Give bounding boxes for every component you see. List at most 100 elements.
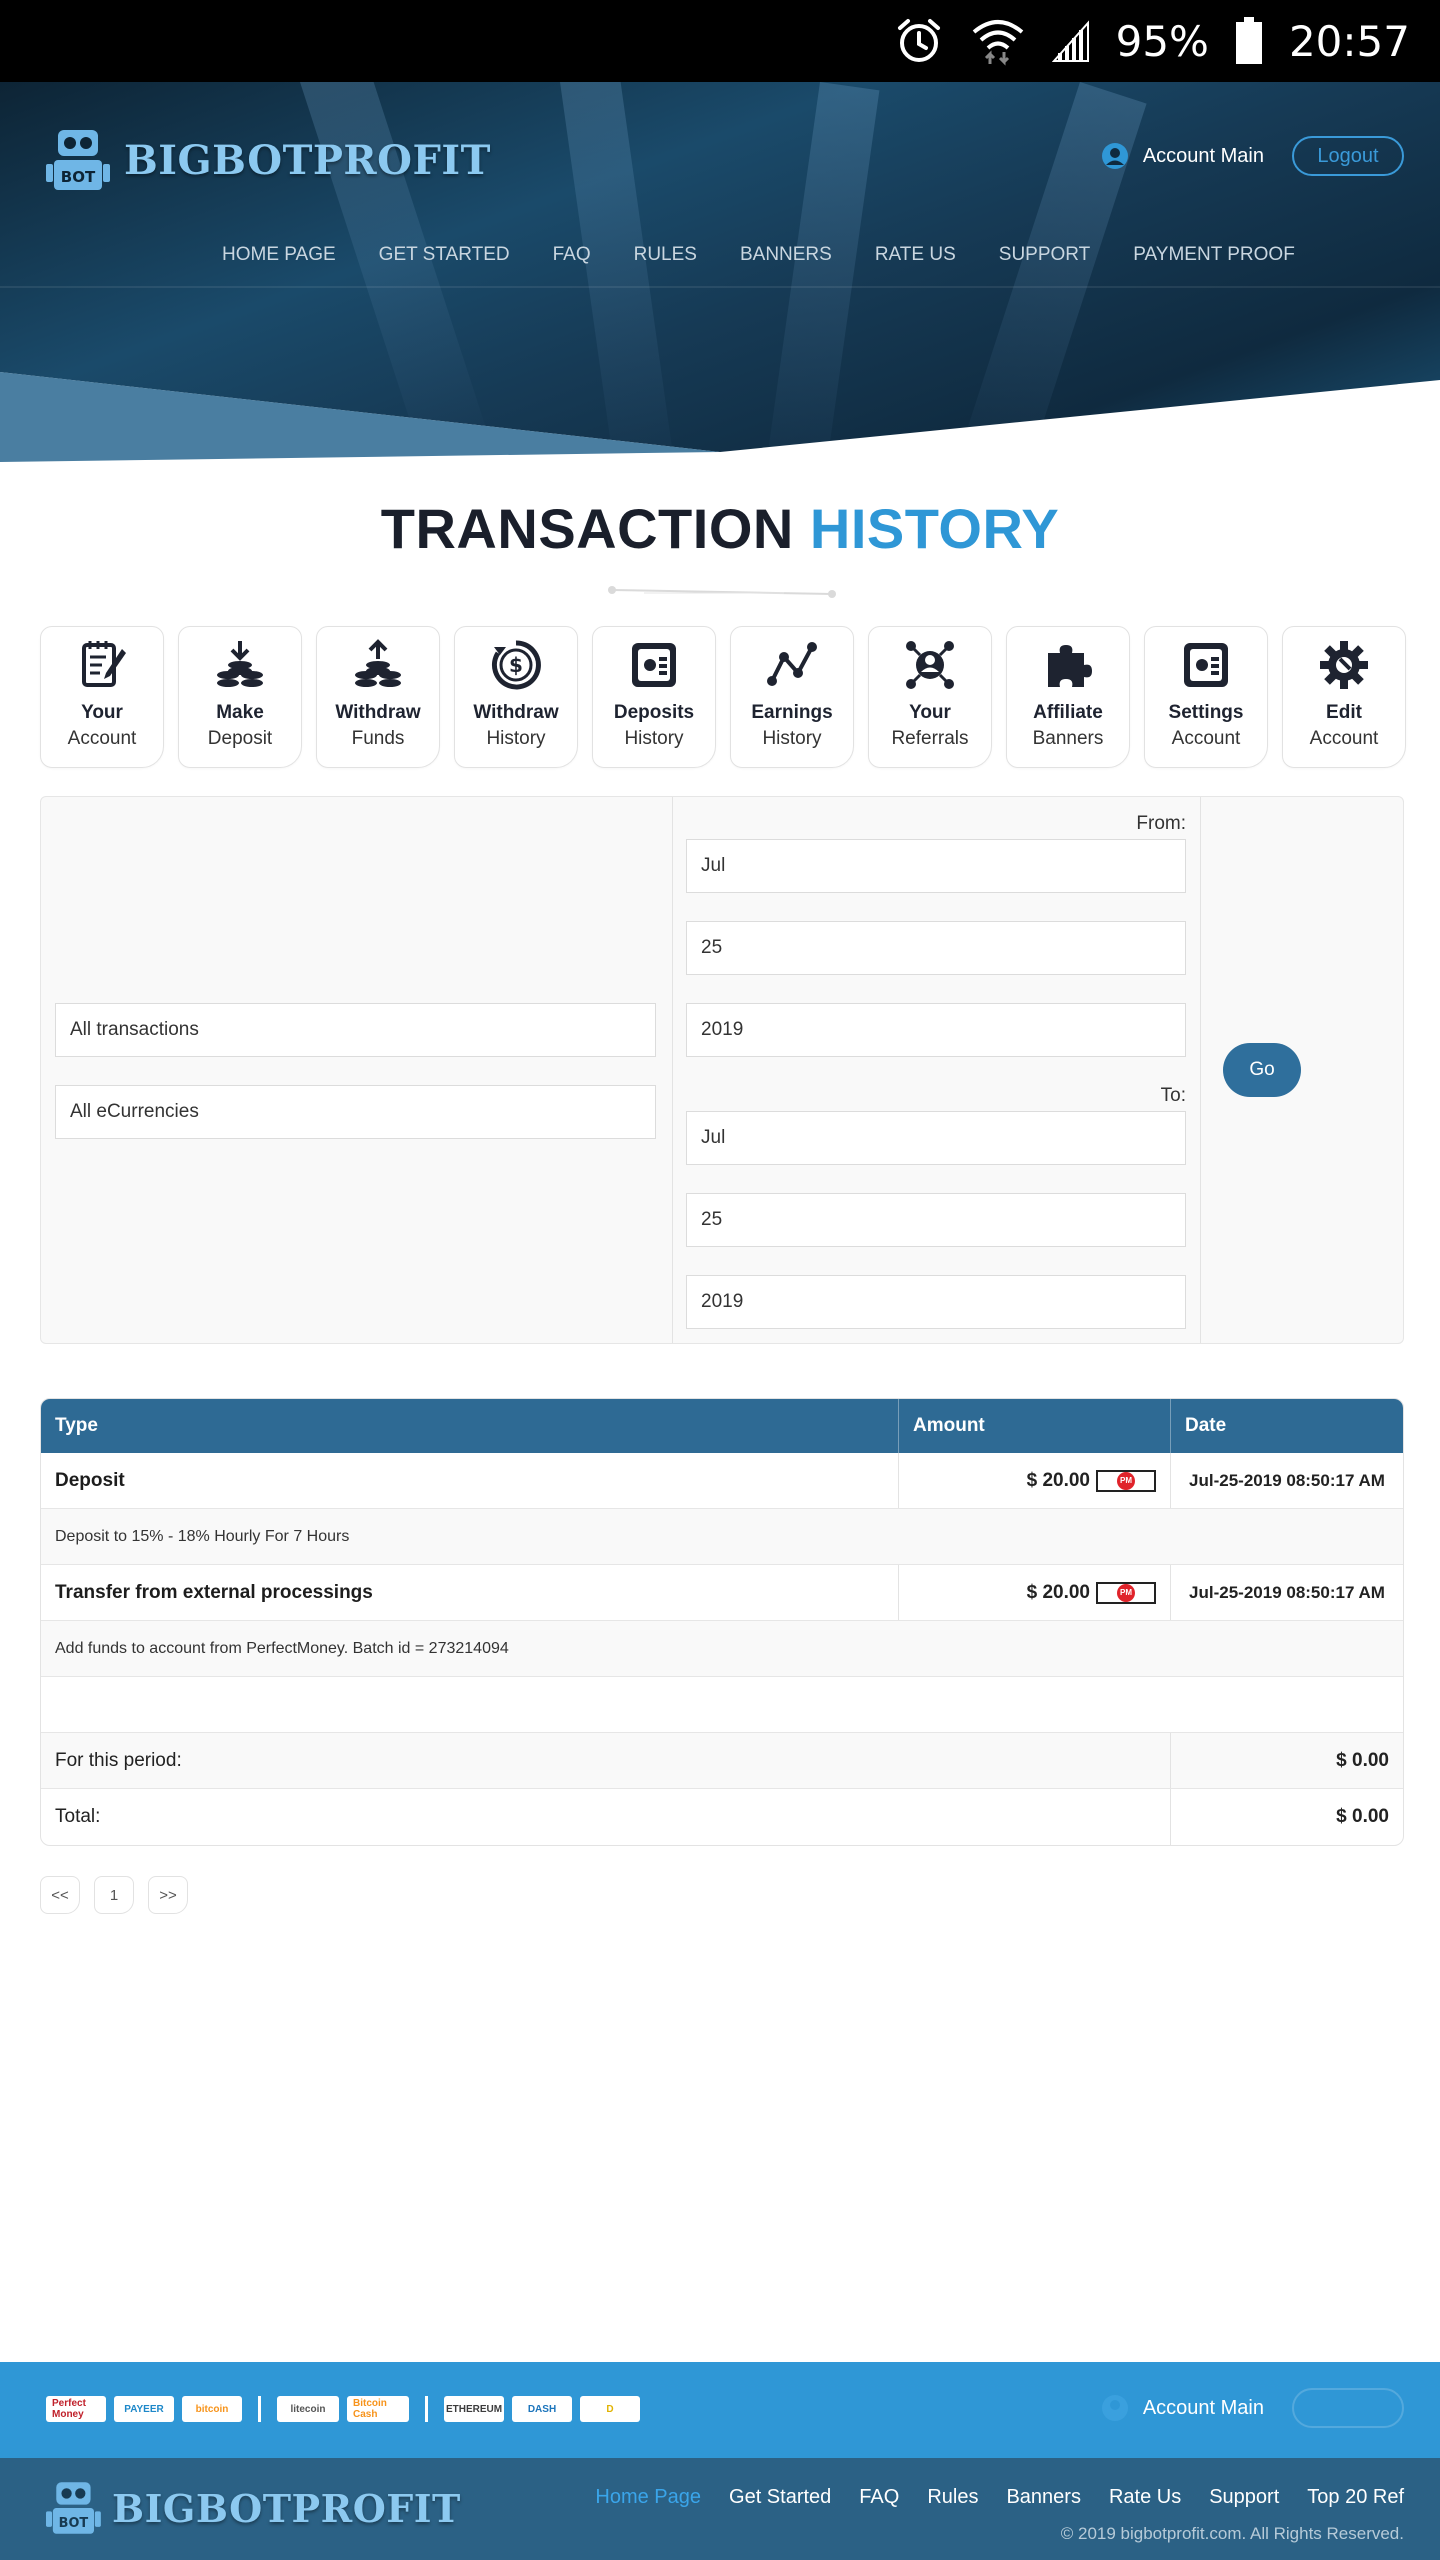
pager-prev[interactable]: <<: [40, 1876, 80, 1914]
from-label: From:: [1136, 813, 1186, 834]
footer-top: Perfect Money PAYEER bitcoin litecoin Bi…: [0, 2362, 1440, 2458]
to-day-select[interactable]: 25: [686, 1193, 1186, 1247]
tile-label-1: Settings: [1168, 702, 1244, 723]
table-row: Deposit $ 20.00 PM Jul-25-2019 08:50:17 …: [41, 1453, 1403, 1509]
account-main-label: Account Main: [1142, 144, 1264, 167]
nav-rules[interactable]: RULES: [634, 244, 697, 266]
footer-account-main-link[interactable]: Account Main: [1101, 2394, 1264, 2422]
tile-label-2: History: [486, 728, 546, 749]
nav-support[interactable]: SUPPORT: [999, 244, 1091, 266]
title-divider: [608, 586, 836, 598]
perfect-money-icon: PM: [1096, 1581, 1156, 1604]
tile-label-2: Funds: [351, 728, 405, 749]
footer-logo-badge: BOT: [59, 2516, 89, 2531]
row-type: Deposit: [41, 1453, 899, 1508]
tile-label-2: Account: [67, 728, 137, 749]
nav-faq[interactable]: FAQ: [553, 244, 591, 266]
tile-affiliate-banners[interactable]: Affiliate Banners: [1006, 626, 1130, 768]
perfect-money-logo: Perfect Money: [46, 2396, 106, 2422]
nav-payment-proof[interactable]: PAYMENT PROOF: [1133, 244, 1295, 266]
transaction-table: Type Amount Date Deposit $ 20.00 PM Jul-…: [40, 1398, 1404, 1846]
dogecoin-logo: D: [580, 2396, 640, 2422]
pager-next[interactable]: >>: [148, 1876, 188, 1914]
tile-your-referrals[interactable]: Your Referrals: [868, 626, 992, 768]
footer-logo[interactable]: BOT BIGBOTPROFIT: [46, 2476, 461, 2540]
panel-icon: [1184, 643, 1228, 687]
page-title-part2: HISTORY: [809, 497, 1060, 560]
coins-down-icon: [217, 641, 263, 687]
nav-rate-us[interactable]: RATE US: [875, 244, 956, 266]
footer-nav-rules[interactable]: Rules: [927, 2486, 978, 2509]
footer-nav-top-20-ref[interactable]: Top 20 Ref: [1307, 2486, 1404, 2509]
go-button[interactable]: Go: [1223, 1043, 1301, 1097]
litecoin-logo: litecoin: [277, 2396, 339, 2422]
tile-deposits-history[interactable]: Deposits History: [592, 626, 716, 768]
robot-icon: BOT: [46, 2482, 101, 2534]
tile-make-deposit[interactable]: Make Deposit: [178, 626, 302, 768]
footer-nav-home-page[interactable]: Home Page: [595, 2486, 701, 2509]
payeer-logo: PAYEER: [114, 2396, 174, 2422]
to-year-select[interactable]: 2019: [686, 1275, 1186, 1329]
header-bottom-shape: [0, 372, 1440, 462]
tile-label-2: History: [624, 728, 684, 749]
from-day-select[interactable]: 25: [686, 921, 1186, 975]
row-amount: $ 20.00 PM: [899, 1453, 1171, 1508]
footer-nav-faq[interactable]: FAQ: [859, 2486, 899, 2509]
footer-nav-get-started[interactable]: Get Started: [729, 2486, 831, 2509]
tile-edit-account[interactable]: Edit Account: [1282, 626, 1406, 768]
footer-nav-rate-us[interactable]: Rate Us: [1109, 2486, 1181, 2509]
tile-label-2: Banners: [1032, 728, 1104, 749]
battery-percent: 95%: [1115, 16, 1209, 66]
footer-account-main-label: Account Main: [1142, 2396, 1264, 2419]
network-user-icon: [906, 641, 954, 689]
logo-text: BIGBOTPROFIT: [124, 136, 491, 184]
footer-nav: Home Page Get Started FAQ Rules Banners …: [595, 2486, 1404, 2509]
nav-home-page[interactable]: HOME PAGE: [222, 244, 336, 266]
nav-banners[interactable]: BANNERS: [740, 244, 832, 266]
tile-withdraw-history[interactable]: $ Withdraw History: [454, 626, 578, 768]
user-circle-icon: [1101, 143, 1128, 169]
site-logo[interactable]: BOT BIGBOTPROFIT: [46, 124, 491, 196]
panel-icon: [632, 643, 676, 687]
tile-settings-account[interactable]: Settings Account: [1144, 626, 1268, 768]
tile-label-2: Account: [1171, 728, 1241, 749]
tile-withdraw-funds[interactable]: Withdraw Funds: [316, 626, 440, 768]
tile-label-1: Deposits: [613, 702, 695, 723]
row-amount-value: $ 20.00: [1026, 1581, 1090, 1603]
tile-your-account[interactable]: Your Account: [40, 626, 164, 768]
ecurrency-select[interactable]: All eCurrencies: [55, 1085, 656, 1139]
alarm-icon: [897, 19, 940, 62]
tile-label-1: Edit: [1326, 702, 1362, 723]
history-filter-form: All transactions All eCurrencies From: J…: [40, 796, 1404, 1344]
battery-icon: [1235, 17, 1262, 64]
row-type: Transfer from external processings: [41, 1565, 899, 1620]
row-date: Jul-25-2019 08:50:17 AM: [1189, 1470, 1385, 1490]
account-main-link[interactable]: Account Main: [1101, 142, 1264, 170]
from-month-select[interactable]: Jul: [686, 839, 1186, 893]
header-date: Date: [1185, 1415, 1227, 1436]
to-label: To:: [1160, 1085, 1186, 1106]
footer-nav-banners[interactable]: Banners: [1006, 2486, 1081, 2509]
ethereum-logo: ETHEREUM: [444, 2396, 504, 2422]
header-divider: [0, 286, 1440, 288]
filter-divider: [1200, 797, 1201, 1343]
nav-get-started[interactable]: GET STARTED: [379, 244, 510, 266]
table-row-description: Deposit to 15% - 18% Hourly For 7 Hours: [41, 1509, 1403, 1565]
logo-separator: [258, 2396, 261, 2422]
from-year-select[interactable]: 2019: [686, 1003, 1186, 1057]
total-value: $ 0.00: [1336, 1806, 1389, 1827]
footer-nav-support[interactable]: Support: [1209, 2486, 1279, 2509]
page-title: TRANSACTION HISTORY: [0, 496, 1440, 561]
table-row: Transfer from external processings $ 20.…: [41, 1565, 1403, 1621]
to-month-select[interactable]: Jul: [686, 1111, 1186, 1165]
site-header: BOT BIGBOTPROFIT Account Main Logout HOM…: [0, 82, 1440, 462]
tile-earnings-history[interactable]: Earnings History: [730, 626, 854, 768]
logout-button[interactable]: Logout: [1292, 136, 1404, 176]
row-amount: $ 20.00 PM: [899, 1565, 1171, 1620]
header-type: Type: [41, 1399, 899, 1453]
footer-logout-button[interactable]: [1292, 2388, 1404, 2428]
logo-badge: BOT: [61, 168, 96, 186]
transaction-type-select[interactable]: All transactions: [55, 1003, 656, 1057]
pager-page-1[interactable]: 1: [94, 1876, 134, 1914]
period-value: $ 0.00: [1336, 1749, 1389, 1771]
